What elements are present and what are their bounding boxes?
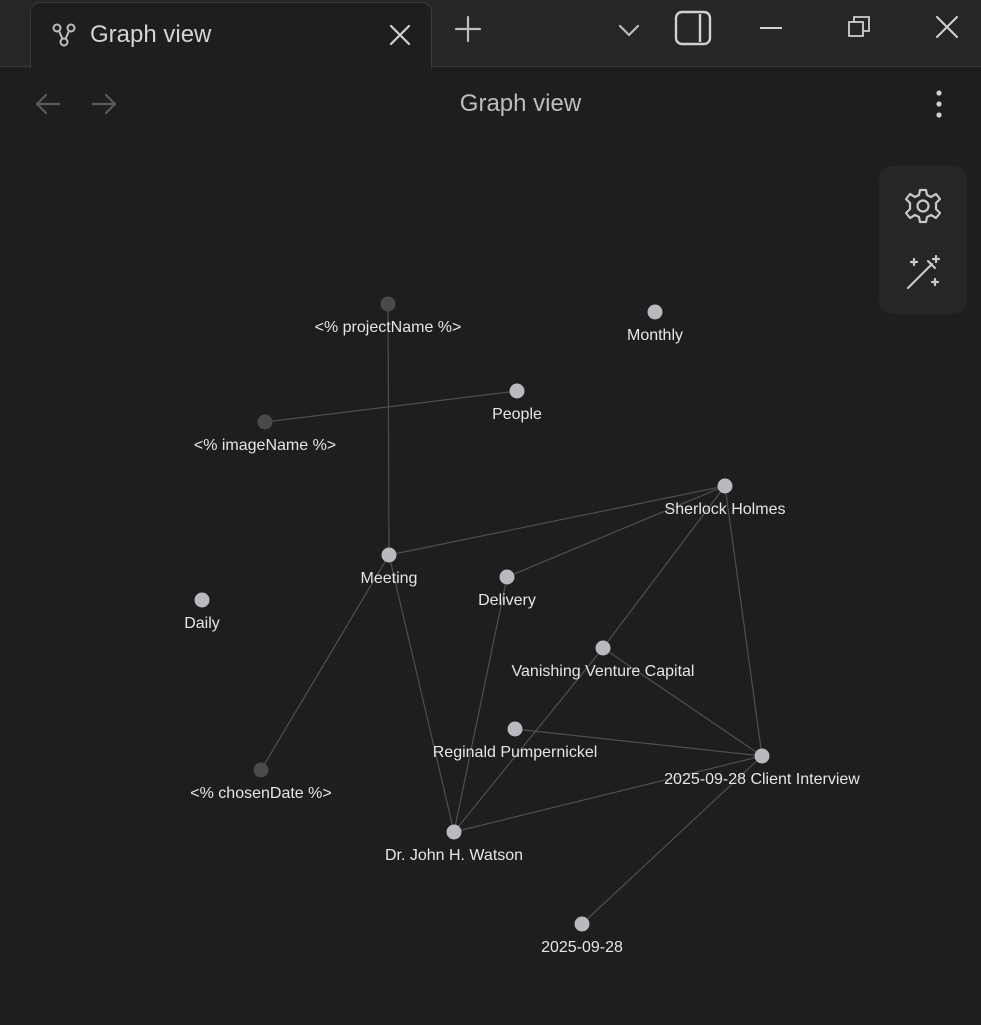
graph-node-dot[interactable] bbox=[574, 916, 590, 932]
more-vertical-icon[interactable] bbox=[924, 88, 954, 120]
graph-node[interactable]: Monthly bbox=[627, 304, 683, 345]
graph-node-label: Meeting bbox=[361, 570, 418, 587]
graph-node-label: Reginald Pumpernickel bbox=[433, 744, 598, 761]
tab-title: Graph view bbox=[90, 21, 212, 48]
graph-node-dot[interactable] bbox=[253, 762, 269, 778]
minimize-icon[interactable] bbox=[758, 14, 784, 40]
graph-icon bbox=[52, 23, 76, 47]
new-tab-icon[interactable] bbox=[453, 14, 483, 44]
graph-node-dot[interactable] bbox=[754, 748, 770, 764]
graph-node-label: <% chosenDate %> bbox=[190, 785, 331, 802]
graph-node-dot[interactable] bbox=[194, 592, 210, 608]
graph-node[interactable]: Dr. John H. Watson bbox=[385, 824, 523, 865]
graph-node-dot[interactable] bbox=[595, 640, 611, 656]
chevron-down-icon[interactable] bbox=[615, 16, 643, 44]
magic-wand-icon[interactable] bbox=[903, 253, 943, 293]
view-title: Graph view bbox=[459, 90, 582, 117]
graph-node-label: Daily bbox=[184, 615, 220, 632]
graph-node-label: Dr. John H. Watson bbox=[385, 847, 523, 864]
graph-edge bbox=[453, 755, 763, 833]
graph-node-label: Delivery bbox=[478, 592, 536, 609]
graph-edge bbox=[260, 554, 390, 771]
graph-edge bbox=[388, 485, 726, 556]
graph-node[interactable]: People bbox=[492, 383, 542, 424]
graph-node-label: 2025-09-28 bbox=[541, 939, 623, 956]
graph-node-dot[interactable] bbox=[509, 383, 525, 399]
graph-node-label: <% imageName %> bbox=[194, 437, 336, 454]
graph-node-dot[interactable] bbox=[380, 296, 396, 312]
graph-edge bbox=[388, 554, 455, 833]
graph-node-dot[interactable] bbox=[257, 414, 273, 430]
sidebar-toggle-icon[interactable] bbox=[674, 10, 712, 46]
graph-node-label: <% projectName %> bbox=[315, 319, 462, 336]
graph-node[interactable]: 2025-09-28 bbox=[541, 916, 623, 957]
graph-node[interactable]: Sherlock Holmes bbox=[665, 478, 786, 519]
close-tab-icon[interactable] bbox=[386, 21, 414, 49]
graph-node-dot[interactable] bbox=[381, 547, 397, 563]
graph-node-dot[interactable] bbox=[647, 304, 663, 320]
close-window-icon[interactable] bbox=[934, 14, 960, 40]
graph-edge bbox=[724, 485, 763, 757]
graph-edge bbox=[387, 303, 390, 556]
graph-node-label: Sherlock Holmes bbox=[665, 501, 786, 518]
tab-graph-view[interactable]: Graph view bbox=[30, 2, 432, 68]
graph-node-label: 2025-09-28 Client Interview bbox=[664, 771, 860, 788]
graph-node[interactable]: Daily bbox=[184, 592, 220, 633]
graph-edge bbox=[453, 576, 508, 833]
graph-node[interactable]: Meeting bbox=[361, 547, 418, 588]
graph-edges bbox=[260, 303, 763, 925]
graph-view[interactable]: <% projectName %> Monthly People <% imageNa… bbox=[0, 130, 981, 1025]
graph-node[interactable]: Delivery bbox=[478, 569, 536, 610]
graph-node[interactable]: Reginald Pumpernickel bbox=[433, 721, 598, 762]
graph-node-label: Vanishing Venture Capital bbox=[512, 663, 695, 680]
graph-node[interactable]: Vanishing Venture Capital bbox=[512, 640, 695, 681]
graph-node[interactable]: 2025-09-28 Client Interview bbox=[664, 748, 860, 789]
graph-node-label: People bbox=[492, 406, 542, 423]
graph-node[interactable]: <% imageName %> bbox=[194, 414, 336, 455]
gear-icon[interactable] bbox=[903, 186, 943, 226]
graph-node-dot[interactable] bbox=[717, 478, 733, 494]
graph-controls-panel bbox=[879, 166, 967, 314]
graph-node-dot[interactable] bbox=[507, 721, 523, 737]
graph-canvas[interactable]: <% projectName %> Monthly People <% imageNa… bbox=[0, 130, 981, 1025]
graph-node[interactable]: <% chosenDate %> bbox=[190, 762, 332, 803]
restore-icon[interactable] bbox=[846, 14, 872, 40]
graph-node-label: Monthly bbox=[627, 327, 683, 344]
graph-node-dot[interactable] bbox=[499, 569, 515, 585]
graph-edge bbox=[264, 390, 518, 423]
graph-edge bbox=[506, 485, 726, 578]
graph-node-dot[interactable] bbox=[446, 824, 462, 840]
title-bar: Graph view bbox=[0, 0, 981, 68]
